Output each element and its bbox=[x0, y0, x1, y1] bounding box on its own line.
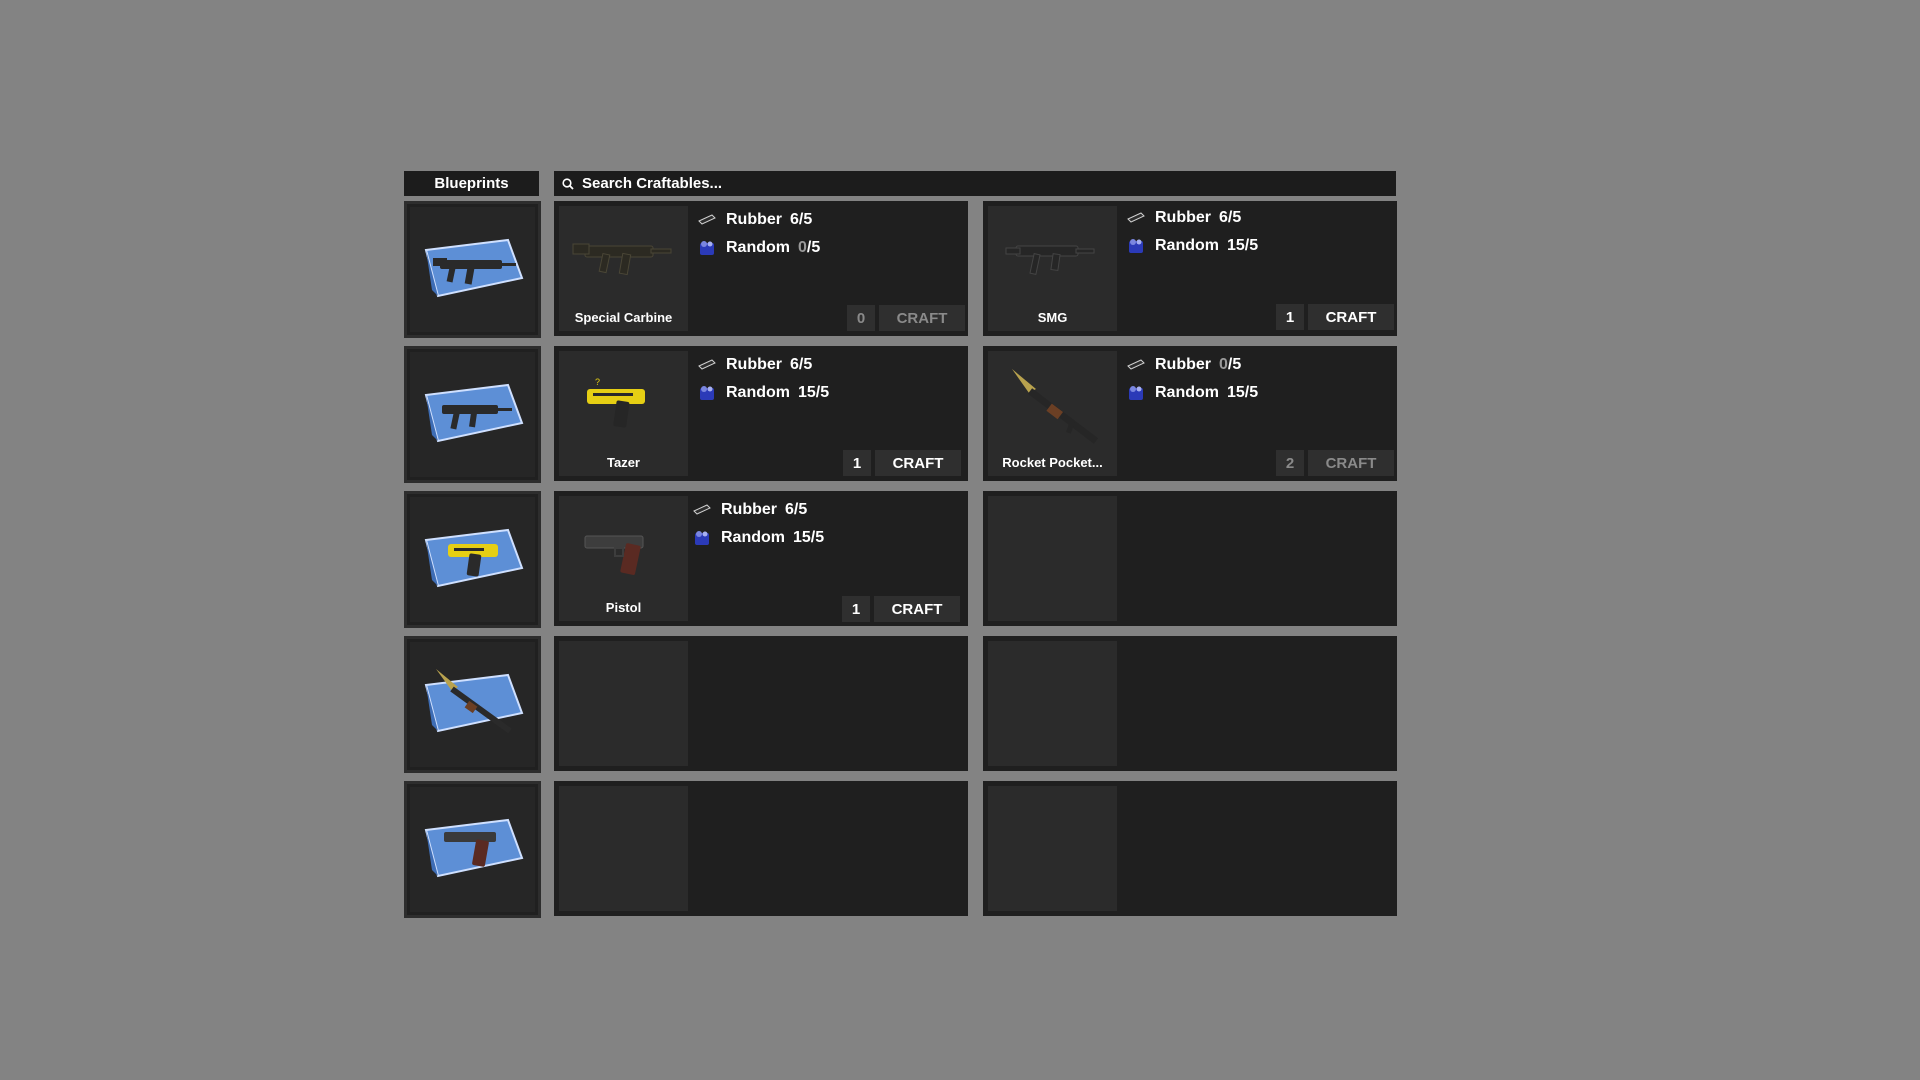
item-thumbnail bbox=[559, 786, 688, 911]
item-name: Special Carbine bbox=[574, 310, 673, 325]
item-name: Pistol bbox=[605, 600, 642, 615]
requirement-row: Random 15/5 bbox=[1127, 384, 1258, 402]
rocket-launcher-icon bbox=[1012, 369, 1099, 444]
rubber-icon bbox=[698, 357, 716, 373]
pistol-blueprint-icon bbox=[424, 818, 523, 877]
smg-icon bbox=[1005, 245, 1095, 275]
random-icon bbox=[1127, 385, 1145, 401]
requirement-row: Random 15/5 bbox=[698, 384, 829, 402]
craft-card: Rocket Pocket... Rubber 0/5 Random 15/5 … bbox=[983, 346, 1397, 481]
item-thumbnail bbox=[559, 641, 688, 766]
item-thumbnail: Special Carbine bbox=[559, 206, 688, 331]
craftables-grid: Special Carbine Rubber 6/5 Random 0/5 0 … bbox=[554, 201, 1397, 916]
item-thumbnail bbox=[988, 641, 1117, 766]
item-name: Tazer bbox=[607, 455, 640, 470]
rubber-icon bbox=[1127, 357, 1145, 373]
craft-quantity: 1 bbox=[842, 596, 870, 622]
craft-button[interactable]: CRAFT bbox=[874, 596, 960, 622]
craft-card: SMG Rubber 6/5 Random 15/5 1 CRAFT bbox=[983, 201, 1397, 336]
carbine-blueprint-icon bbox=[424, 238, 523, 297]
requirement-row: Rubber 6/5 bbox=[698, 356, 812, 374]
blueprint-list bbox=[404, 201, 541, 926]
search-input[interactable] bbox=[582, 175, 1362, 192]
search-bar[interactable] bbox=[554, 171, 1396, 196]
carbine-icon bbox=[572, 243, 672, 276]
craft-quantity: 1 bbox=[1276, 304, 1304, 330]
rubber-icon bbox=[1127, 210, 1145, 226]
svg-text:?: ? bbox=[595, 377, 600, 387]
requirement-row: Rubber 6/5 bbox=[1127, 209, 1241, 227]
rubber-icon bbox=[698, 212, 716, 228]
craft-button[interactable]: CRAFT bbox=[879, 305, 965, 331]
pistol-icon bbox=[584, 535, 644, 575]
craft-button[interactable]: CRAFT bbox=[1308, 304, 1394, 330]
craft-button[interactable]: CRAFT bbox=[875, 450, 961, 476]
smg-blueprint-icon bbox=[424, 383, 523, 442]
requirement-row: Random 15/5 bbox=[1127, 237, 1258, 255]
craft-card: ? Tazer Rubber 6/5 Random 15/5 1 CRAFT bbox=[554, 346, 968, 481]
empty-craft-card bbox=[554, 781, 968, 916]
craft-card: Special Carbine Rubber 6/5 Random 0/5 0 … bbox=[554, 201, 968, 336]
search-icon bbox=[562, 177, 574, 190]
random-icon bbox=[698, 240, 716, 256]
item-thumbnail: SMG bbox=[988, 206, 1117, 331]
requirement-row: Rubber 6/5 bbox=[693, 501, 807, 519]
item-name: Rocket Pocket... bbox=[1002, 455, 1103, 470]
requirement-row: Rubber 6/5 bbox=[698, 211, 812, 229]
blueprint-slot[interactable] bbox=[404, 491, 541, 628]
item-name: SMG bbox=[1037, 310, 1068, 325]
blueprints-header: Blueprints bbox=[404, 171, 539, 196]
blueprint-slot[interactable] bbox=[404, 781, 541, 918]
blueprint-slot[interactable] bbox=[404, 636, 541, 773]
craft-quantity: 1 bbox=[843, 450, 871, 476]
tazer-icon: ? bbox=[587, 377, 645, 428]
random-icon bbox=[1127, 238, 1145, 254]
empty-craft-card bbox=[983, 781, 1397, 916]
rubber-icon bbox=[693, 502, 711, 518]
requirement-row: Rubber 0/5 bbox=[1127, 356, 1241, 374]
blueprint-slot[interactable] bbox=[404, 346, 541, 483]
item-thumbnail: Rocket Pocket... bbox=[988, 351, 1117, 476]
tazer-blueprint-icon bbox=[424, 528, 523, 587]
empty-craft-card bbox=[554, 636, 968, 771]
item-thumbnail bbox=[988, 786, 1117, 911]
item-thumbnail: ? Tazer bbox=[559, 351, 688, 476]
empty-craft-card bbox=[983, 636, 1397, 771]
random-icon bbox=[698, 385, 716, 401]
requirement-row: Random 15/5 bbox=[693, 529, 824, 547]
craft-card: Pistol Rubber 6/5 Random 15/5 1 CRAFT bbox=[554, 491, 968, 626]
item-thumbnail bbox=[988, 496, 1117, 621]
requirement-row: Random 0/5 bbox=[698, 239, 820, 257]
blueprint-slot[interactable] bbox=[404, 201, 541, 338]
empty-craft-card bbox=[983, 491, 1397, 626]
craft-quantity: 2 bbox=[1276, 450, 1304, 476]
item-thumbnail: Pistol bbox=[559, 496, 688, 621]
craft-button[interactable]: CRAFT bbox=[1308, 450, 1394, 476]
random-icon bbox=[693, 530, 711, 546]
craft-quantity: 0 bbox=[847, 305, 875, 331]
rocket-blueprint-icon bbox=[424, 668, 523, 733]
